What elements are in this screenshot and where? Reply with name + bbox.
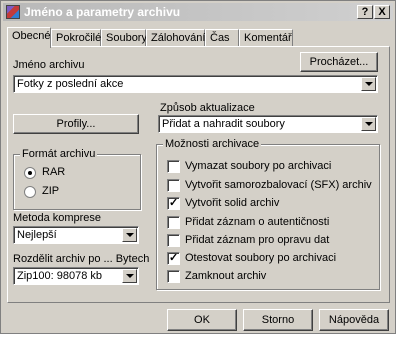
help-title-button[interactable]: ? bbox=[357, 5, 373, 19]
tab-backup[interactable]: Zálohování bbox=[146, 29, 205, 46]
help-button[interactable]: Nápověda bbox=[319, 309, 389, 331]
option-label: Vytvořit samorozbalovací (SFX) archiv bbox=[185, 179, 372, 191]
tab-comment[interactable]: Komentář bbox=[239, 29, 293, 46]
winrar-app-icon bbox=[6, 5, 20, 19]
archive-dialog: Jméno a parametry archivu ? X Obecné Pok… bbox=[0, 0, 396, 334]
archive-name-value: Fotky z poslední akce bbox=[17, 78, 124, 90]
option-label: Otestovat soubory po archivaci bbox=[185, 252, 337, 264]
option-label: Vymazat soubory po archivaci bbox=[185, 160, 332, 172]
tab-time[interactable]: Čas bbox=[205, 29, 239, 46]
cancel-button[interactable]: Storno bbox=[243, 309, 313, 331]
split-label: Rozdělit archiv po ... Bytech bbox=[13, 253, 150, 265]
update-mode-combo[interactable]: Přidat a nahradit soubory bbox=[158, 115, 378, 133]
option-label: Zamknout archiv bbox=[185, 270, 267, 282]
title-bar: Jméno a parametry archivu ? X bbox=[3, 3, 393, 21]
close-title-button[interactable]: X bbox=[374, 5, 390, 19]
checkbox[interactable] bbox=[167, 179, 180, 192]
archive-name-combo[interactable]: Fotky z poslední akce bbox=[13, 75, 378, 93]
zip-label: ZIP bbox=[42, 185, 60, 197]
compression-label: Metoda komprese bbox=[13, 212, 102, 224]
archive-options-group: Možnosti archivace Vymazat soubory po ar… bbox=[156, 138, 380, 290]
rar-label: RAR bbox=[42, 166, 66, 178]
rar-radio[interactable] bbox=[24, 167, 36, 179]
tab-advanced[interactable]: Pokročilé bbox=[51, 29, 101, 46]
checkbox[interactable] bbox=[167, 234, 180, 247]
update-mode-value: Přidat a nahradit soubory bbox=[162, 118, 285, 130]
chevron-down-icon[interactable] bbox=[361, 77, 376, 91]
archive-name-label: Jméno archivu bbox=[13, 59, 85, 71]
tab-general[interactable]: Obecné bbox=[7, 27, 51, 48]
archive-options-title: Možnosti archivace bbox=[163, 138, 262, 150]
window-title: Jméno a parametry archivu bbox=[24, 5, 181, 19]
update-mode-label: Způsob aktualizace bbox=[160, 102, 255, 114]
browse-button[interactable]: Procházet... bbox=[300, 52, 378, 72]
option-label: Přidat záznam o autentičnosti bbox=[185, 216, 330, 228]
option-label: Přidat záznam pro opravu dat bbox=[185, 234, 330, 246]
chevron-down-icon[interactable] bbox=[361, 117, 376, 131]
checkbox[interactable] bbox=[167, 216, 180, 229]
tab-files[interactable]: Soubory bbox=[101, 29, 147, 46]
option-label: Vytvořit solid archiv bbox=[185, 197, 280, 209]
checkbox[interactable] bbox=[167, 196, 180, 210]
archive-format-title: Formát archivu bbox=[20, 148, 98, 160]
compression-combo[interactable]: Nejlepší bbox=[13, 226, 139, 244]
split-combo[interactable]: Zip100: 98078 kb bbox=[13, 267, 139, 285]
general-tab-panel: Jméno archivu Procházet... Fotky z posle… bbox=[7, 46, 390, 303]
checkbox[interactable] bbox=[167, 270, 180, 283]
ok-button[interactable]: OK bbox=[167, 309, 237, 331]
checkbox[interactable] bbox=[167, 160, 180, 173]
profiles-button[interactable]: Profily... bbox=[13, 114, 139, 134]
chevron-down-icon[interactable] bbox=[122, 228, 137, 242]
chevron-down-icon[interactable] bbox=[122, 269, 137, 283]
compression-value: Nejlepší bbox=[17, 229, 57, 241]
zip-radio[interactable] bbox=[24, 186, 36, 198]
split-value: Zip100: 98078 kb bbox=[17, 270, 103, 282]
checkbox[interactable] bbox=[167, 251, 180, 265]
archive-format-group: Formát archivu RAR ZIP bbox=[13, 148, 141, 210]
